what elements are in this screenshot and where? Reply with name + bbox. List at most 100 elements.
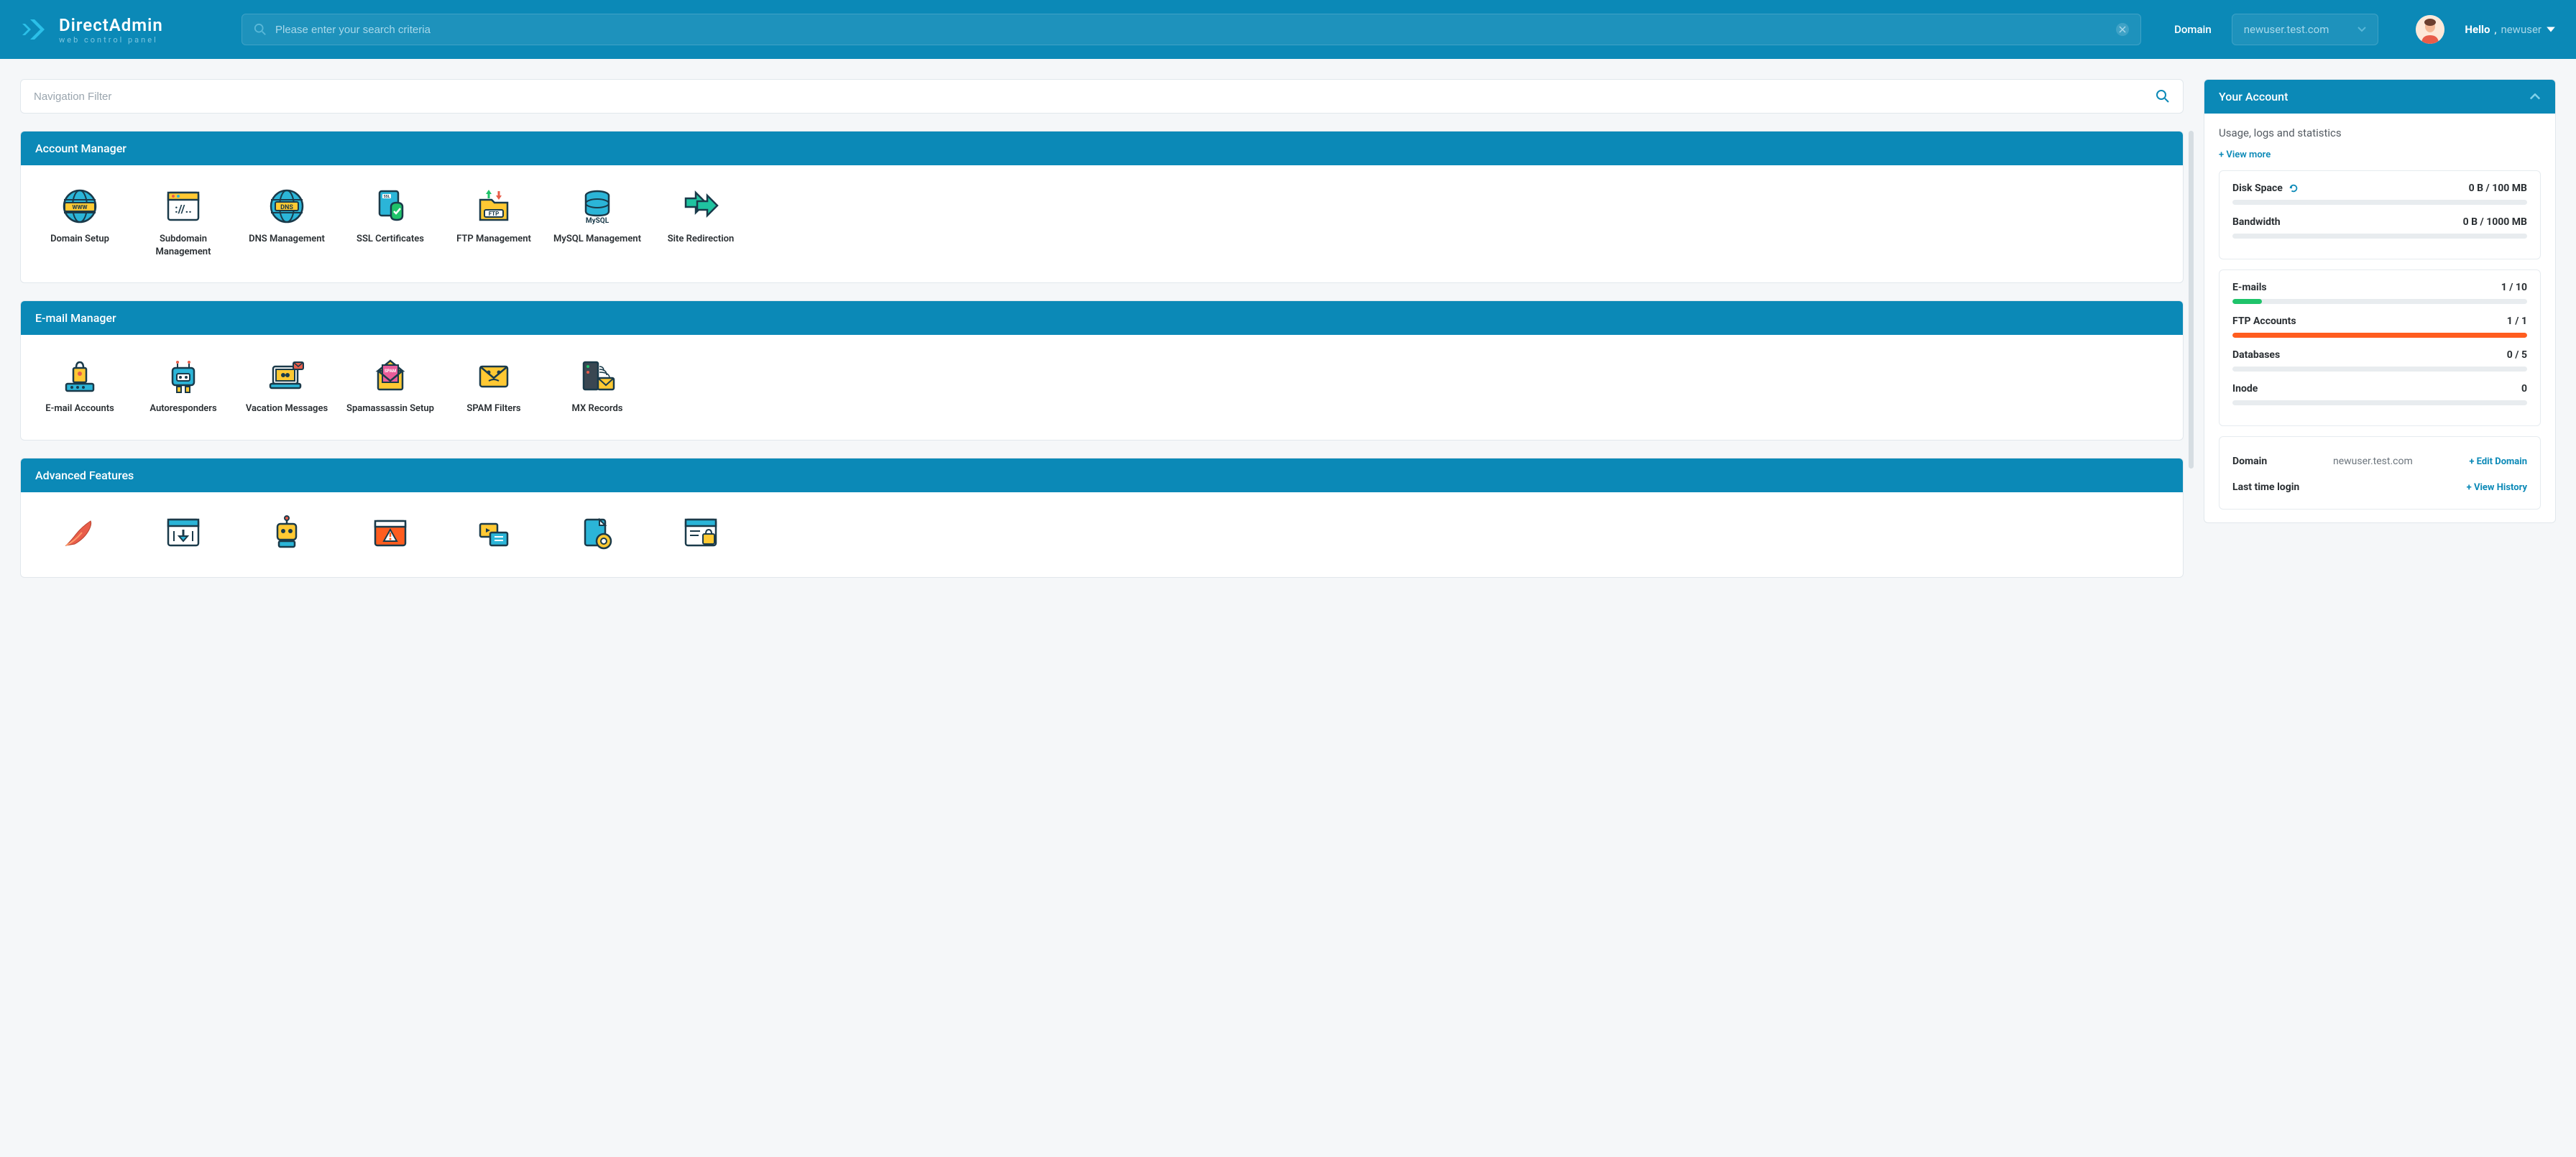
top-header: DirectAdmin web control panel Domain new… <box>0 0 2576 59</box>
progress-bar <box>2232 400 2527 405</box>
view-more-link[interactable]: + View more <box>2219 149 2541 160</box>
info-label: Last time login <box>2232 481 2333 493</box>
edit-domain-link[interactable]: + Edit Domain <box>2469 456 2527 467</box>
item-spamassassin-setup[interactable]: SPAM Spamassassin Setup <box>340 352 441 420</box>
avatar[interactable] <box>2416 15 2444 44</box>
search-icon <box>254 23 267 36</box>
email-lock-icon <box>60 356 99 395</box>
spam-face-icon <box>474 356 513 395</box>
progress-bar <box>2232 234 2527 239</box>
stat-label: Databases <box>2232 349 2280 361</box>
item-label: Spamassassin Setup <box>346 402 434 415</box>
section-email-manager: E-mail Manager E-mail Accounts Autorespo… <box>20 300 2184 441</box>
item-label: Site Redirection <box>668 233 735 246</box>
laptop-mail-icon <box>267 356 306 395</box>
item-advanced-1[interactable] <box>29 510 130 557</box>
chevron-down-icon <box>2546 26 2556 33</box>
stat-value: 1 / 1 <box>2507 315 2527 327</box>
item-advanced-7[interactable] <box>650 510 751 557</box>
section-title: Advanced Features <box>21 458 2183 492</box>
document-gear-icon <box>578 514 617 553</box>
info-box: Domain newuser.test.com + Edit Domain La… <box>2219 436 2541 510</box>
item-label: SSL Certificates <box>356 233 424 246</box>
mysql-db-icon: MySQL <box>578 187 617 226</box>
item-subdomain-management[interactable]: ://.. Subdomain Management <box>133 183 234 262</box>
refresh-icon[interactable] <box>2288 183 2299 193</box>
item-spam-filters[interactable]: SPAM Filters <box>443 352 544 420</box>
item-advanced-6[interactable] <box>547 510 648 557</box>
user-greeting[interactable]: Hello, newuser <box>2465 23 2556 36</box>
logo-subtitle: web control panel <box>59 35 163 45</box>
section-title: Account Manager <box>21 132 2183 165</box>
section-advanced-features: Advanced Features <box>20 458 2184 578</box>
svg-text:WWW: WWW <box>73 204 88 211</box>
global-search[interactable] <box>242 14 2141 45</box>
item-advanced-3[interactable] <box>236 510 337 557</box>
progress-bar <box>2232 299 2527 304</box>
item-dns-management[interactable]: DNS DNS Management <box>236 183 337 262</box>
stat-label: FTP Accounts <box>2232 315 2296 327</box>
item-label: MX Records <box>572 402 623 415</box>
navigation-filter[interactable] <box>20 79 2184 114</box>
svg-text:SPAM: SPAM <box>385 369 396 374</box>
stat-label: Disk Space <box>2232 183 2283 194</box>
chevron-down-icon <box>2358 27 2366 32</box>
item-label: Subdomain Management <box>137 233 229 258</box>
item-label: DNS Management <box>249 233 325 246</box>
item-mx-records[interactable]: MX Records <box>547 352 648 420</box>
item-label: Domain Setup <box>50 233 109 246</box>
svg-text:FTP: FTP <box>489 211 500 217</box>
item-ssl-certificates[interactable]: SSL SSL Certificates <box>340 183 441 262</box>
media-pages-icon <box>474 514 513 553</box>
usage-stats-box: Disk Space 0 B / 100 MB Bandwidth 0 B / … <box>2219 170 2541 259</box>
count-stats-box: E-mails 1 / 10 FTP Accounts 1 / 1 Databa… <box>2219 269 2541 426</box>
item-advanced-5[interactable] <box>443 510 544 557</box>
item-ftp-management[interactable]: FTP FTP Management <box>443 183 544 262</box>
item-label: MySQL Management <box>553 233 641 246</box>
item-advanced-4[interactable] <box>340 510 441 557</box>
stat-value: 0 / 5 <box>2507 349 2527 361</box>
item-email-accounts[interactable]: E-mail Accounts <box>29 352 130 420</box>
domain-label: Domain <box>2174 23 2212 36</box>
item-label: Autoresponders <box>150 402 216 415</box>
stat-label: Bandwidth <box>2232 216 2281 228</box>
item-mysql-management[interactable]: MySQL MySQL Management <box>547 183 648 262</box>
logo[interactable]: DirectAdmin web control panel <box>20 15 221 45</box>
item-site-redirection[interactable]: Site Redirection <box>650 183 751 262</box>
item-domain-setup[interactable]: WWW Domain Setup <box>29 183 130 262</box>
item-autoresponders[interactable]: Autoresponders <box>133 352 234 420</box>
view-history-link[interactable]: + View History <box>2467 482 2527 493</box>
globe-www-icon: WWW <box>60 187 99 226</box>
panel-subtitle: Usage, logs and statistics <box>2219 126 2541 139</box>
item-vacation-messages[interactable]: Vacation Messages <box>236 352 337 420</box>
search-input[interactable] <box>275 24 2107 36</box>
svg-text:DNS: DNS <box>280 204 293 211</box>
navigation-filter-input[interactable] <box>34 91 2156 103</box>
item-label: FTP Management <box>456 233 531 246</box>
stat-value: 0 <box>2521 383 2527 395</box>
stat-value: 1 / 10 <box>2501 282 2527 293</box>
section-account-manager: Account Manager WWW Domain Setup ://.. S… <box>20 131 2184 283</box>
robot-small-icon <box>267 514 306 553</box>
clear-icon[interactable] <box>2116 23 2129 36</box>
svg-text:SSL: SSL <box>384 195 390 199</box>
info-label: Domain <box>2232 456 2333 467</box>
progress-bar <box>2232 333 2527 338</box>
ssl-cert-icon: SSL <box>371 187 410 226</box>
search-icon <box>2156 89 2170 103</box>
hello-prefix: Hello <box>2465 23 2490 36</box>
section-title: E-mail Manager <box>21 301 2183 335</box>
stat-label: Inode <box>2232 383 2258 395</box>
info-row-domain: Domain newuser.test.com + Edit Domain <box>2232 448 2527 474</box>
server-mail-icon <box>578 356 617 395</box>
globe-dns-icon: DNS <box>267 187 306 226</box>
item-advanced-2[interactable] <box>133 510 234 557</box>
browser-download-icon <box>164 514 203 553</box>
stat-value: 0 B / 100 MB <box>2469 183 2527 194</box>
error-page-icon <box>371 514 410 553</box>
browser-code-icon: ://.. <box>164 187 203 226</box>
domain-dropdown[interactable]: newuser.test.com <box>2232 14 2379 45</box>
item-label: Vacation Messages <box>246 402 328 415</box>
panel-title[interactable]: Your Account <box>2204 80 2555 114</box>
scrollbar[interactable] <box>2189 131 2194 469</box>
